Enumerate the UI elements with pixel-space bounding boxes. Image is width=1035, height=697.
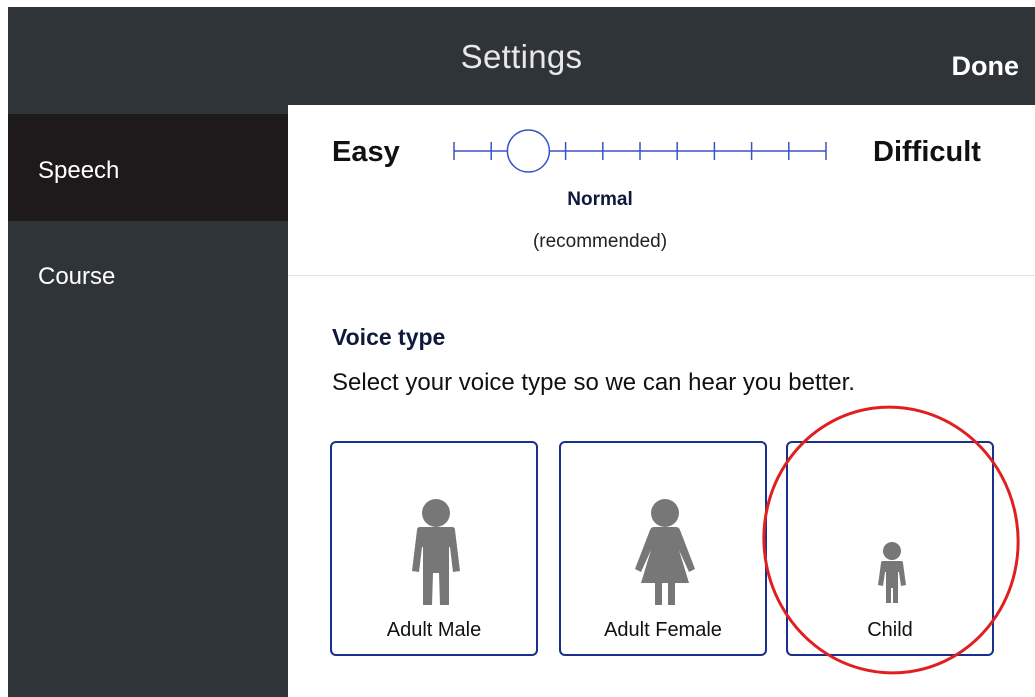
difficulty-slider[interactable] [450,128,840,174]
voice-option-child[interactable]: Child [786,441,994,656]
sidebar-item-speech[interactable]: Speech [8,114,288,221]
done-button[interactable]: Done [952,51,1020,82]
sidebar-item-course[interactable]: Course [8,221,288,328]
voice-option-adult-male[interactable]: Adult Male [330,441,538,656]
page-title: Settings [460,38,583,75]
divider [288,275,1035,276]
difficulty-min-label: Easy [332,136,400,168]
slider-thumb[interactable] [506,129,551,173]
difficulty-selected-note: (recommended) [532,231,668,252]
difficulty-max-label: Difficult [873,136,981,168]
difficulty-selected-label: Normal [567,189,633,210]
voice-option-label: Child [867,619,913,641]
settings-screen: Settings Done Speech Course Easy Difficu… [0,0,1035,697]
sidebar: Speech Course [8,105,288,697]
voice-option-label: Adult Female [604,619,722,641]
sidebar-item-label: Speech [38,157,120,184]
voice-option-label: Adult Male [386,619,482,641]
sidebar-item-label: Course [38,263,116,290]
main-content: Easy Difficult Normal (recommended) Voic… [288,105,1035,697]
voice-type-title: Voice type [332,324,446,350]
voice-type-description: Select your voice type so we can hear yo… [332,369,855,396]
navigation-bar: Settings Done [8,7,1035,105]
voice-option-adult-female[interactable]: Adult Female [559,441,767,656]
